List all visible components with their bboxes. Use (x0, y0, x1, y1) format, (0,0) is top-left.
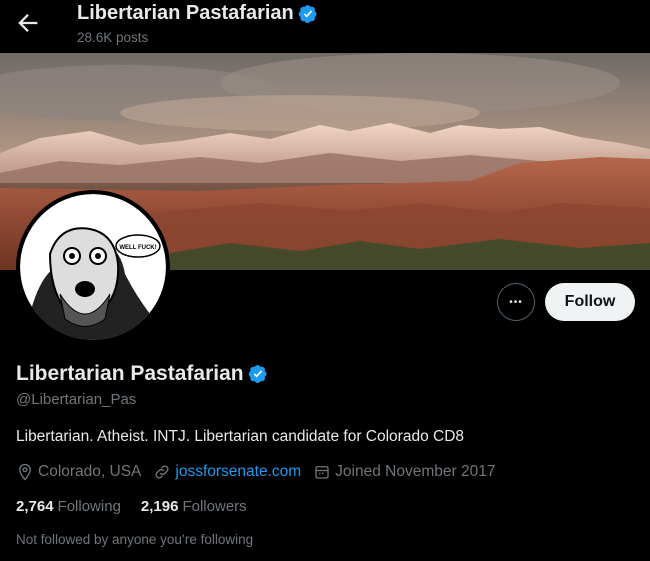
profile-meta: Colorado, USA jossforsenate.com Joined N… (16, 463, 507, 481)
profile-handle: @Libertarian_Pas (16, 391, 137, 408)
joined-item: Joined November 2017 (313, 463, 495, 481)
followers-count: 2,196 (140, 498, 179, 515)
location-pin-icon (19, 463, 31, 481)
verified-badge-icon[interactable] (248, 364, 268, 384)
not-followed-notice: Not followed by anyone you’re following (16, 532, 254, 547)
location-text: Colorado, USA (38, 463, 142, 480)
avatar-caption: WELL FUCK! (119, 245, 156, 251)
back-button[interactable] (14, 9, 42, 37)
follow-counts: 2,764 Following 2,196 Followers (16, 498, 267, 515)
verified-badge-icon (298, 4, 317, 23)
joined-text: Joined November 2017 (335, 463, 496, 480)
profile-name-wrap: Libertarian Pastafarian (16, 362, 268, 386)
more-options-button[interactable]: ••• (497, 283, 535, 321)
calendar-icon (315, 466, 329, 479)
posts-count: 28.6K posts (77, 30, 149, 45)
top-bar: Libertarian Pastafarian 28.6K posts (0, 0, 650, 53)
location-item: Colorado, USA (16, 463, 141, 481)
website-link[interactable]: jossforsenate.com (175, 463, 301, 481)
arrow-left-icon (18, 14, 38, 32)
header-title-wrap: Libertarian Pastafarian (77, 2, 318, 25)
link-icon (155, 465, 169, 479)
follow-button[interactable]: Follow (545, 283, 635, 321)
more-icon: ••• (509, 296, 523, 308)
following-count: 2,764 (16, 498, 54, 515)
following-count-link[interactable]: 2,764 Following (16, 498, 121, 515)
followers-label: Followers (182, 498, 247, 515)
profile-avatar[interactable]: WELL FUCK! (16, 190, 170, 344)
website-item[interactable]: jossforsenate.com (153, 463, 301, 481)
followers-count-link[interactable]: 2,196 Followers (141, 498, 247, 515)
profile-name: Libertarian Pastafarian (16, 362, 244, 385)
avatar-image: WELL FUCK! (20, 194, 166, 340)
profile-bio: Libertarian. Atheist. INTJ. Libertarian … (16, 428, 465, 445)
header-title: Libertarian Pastafarian (77, 2, 294, 24)
following-label: Following (57, 498, 121, 515)
